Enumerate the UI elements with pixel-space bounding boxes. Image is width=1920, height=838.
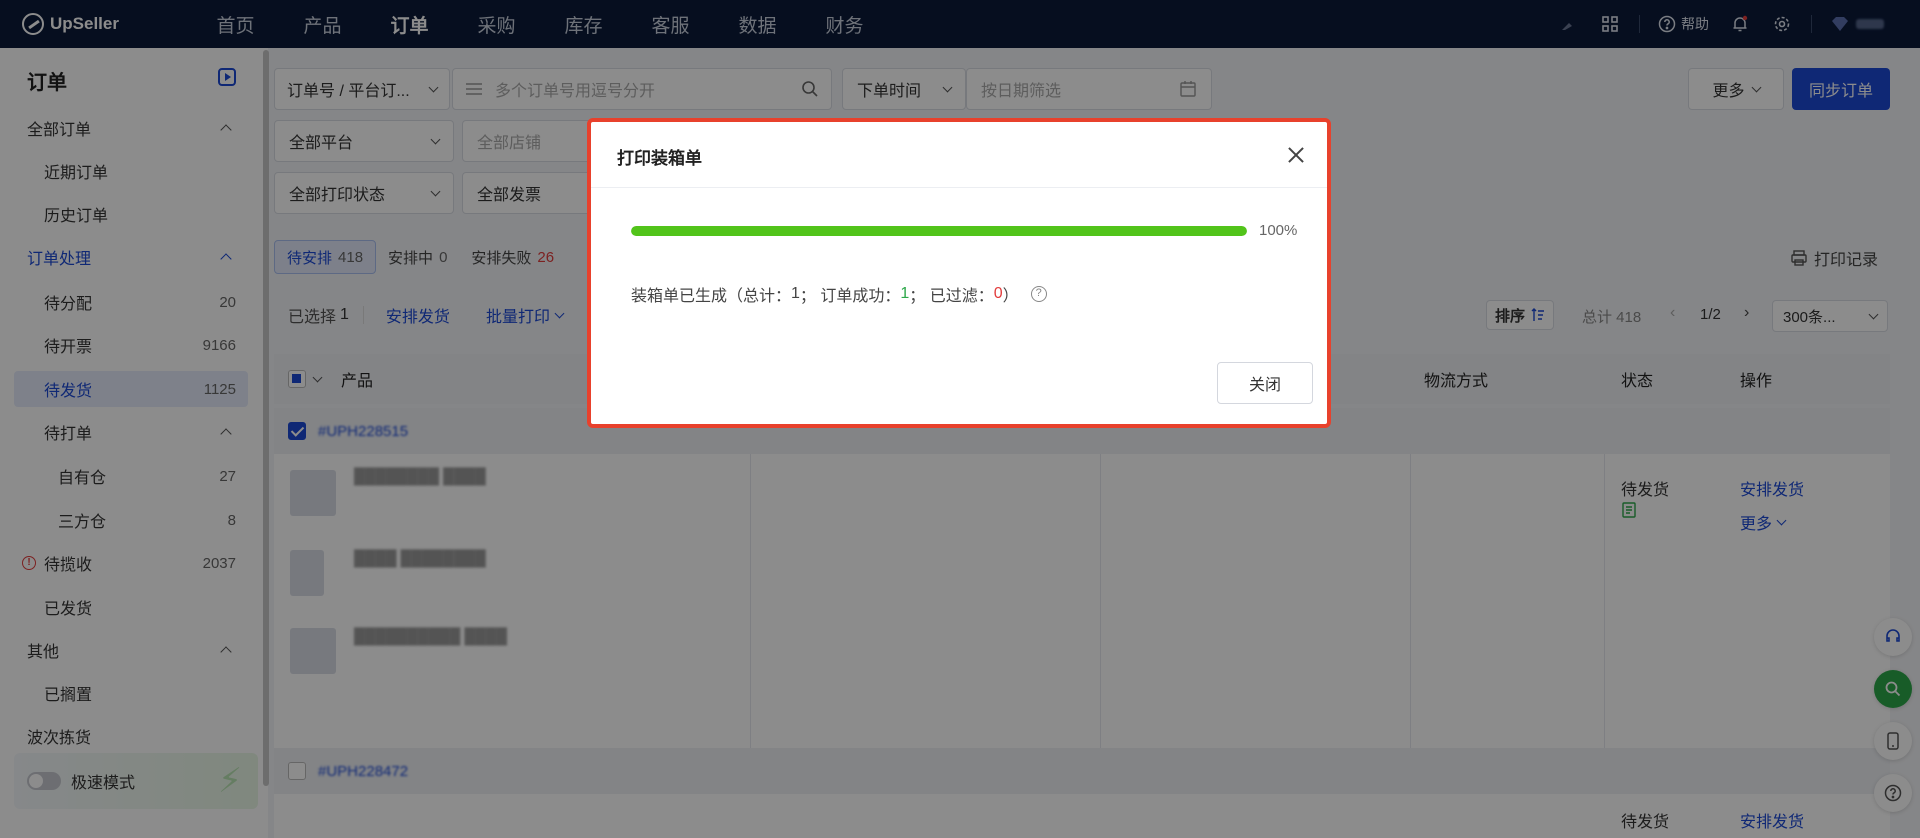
close-icon[interactable] [1287, 146, 1305, 164]
result-total: 1 [791, 285, 800, 302]
result-sep: ； 已过滤： [909, 288, 994, 305]
result-success: 1 [900, 285, 910, 302]
progress-bar-fill [631, 226, 1247, 236]
close-button[interactable]: 关闭 [1217, 362, 1313, 404]
question-icon[interactable]: ? [1030, 286, 1047, 302]
dialog-header: 打印装箱单 [591, 122, 1327, 188]
result-summary: 装箱单已生成（总计： 1 ； 订单成功： 1 ； 已过滤： 0 ） ? [631, 282, 1047, 306]
result-filtered: 0 [993, 285, 1003, 302]
result-prefix: 装箱单已生成（总计： [631, 288, 792, 305]
progress-bar [631, 226, 1247, 236]
modal-overlay-top[interactable] [0, 0, 1920, 48]
result-sep: ； 订单成功： [799, 288, 901, 305]
print-packing-list-dialog: 打印装箱单 100% 装箱单已生成（总计： 1 ； 订单成功： 1 ； 已过滤：… [587, 118, 1331, 428]
result-suffix: ） [1002, 288, 1019, 305]
progress-percent: 100% [1259, 222, 1298, 239]
dialog-title: 打印装箱单 [617, 149, 702, 168]
